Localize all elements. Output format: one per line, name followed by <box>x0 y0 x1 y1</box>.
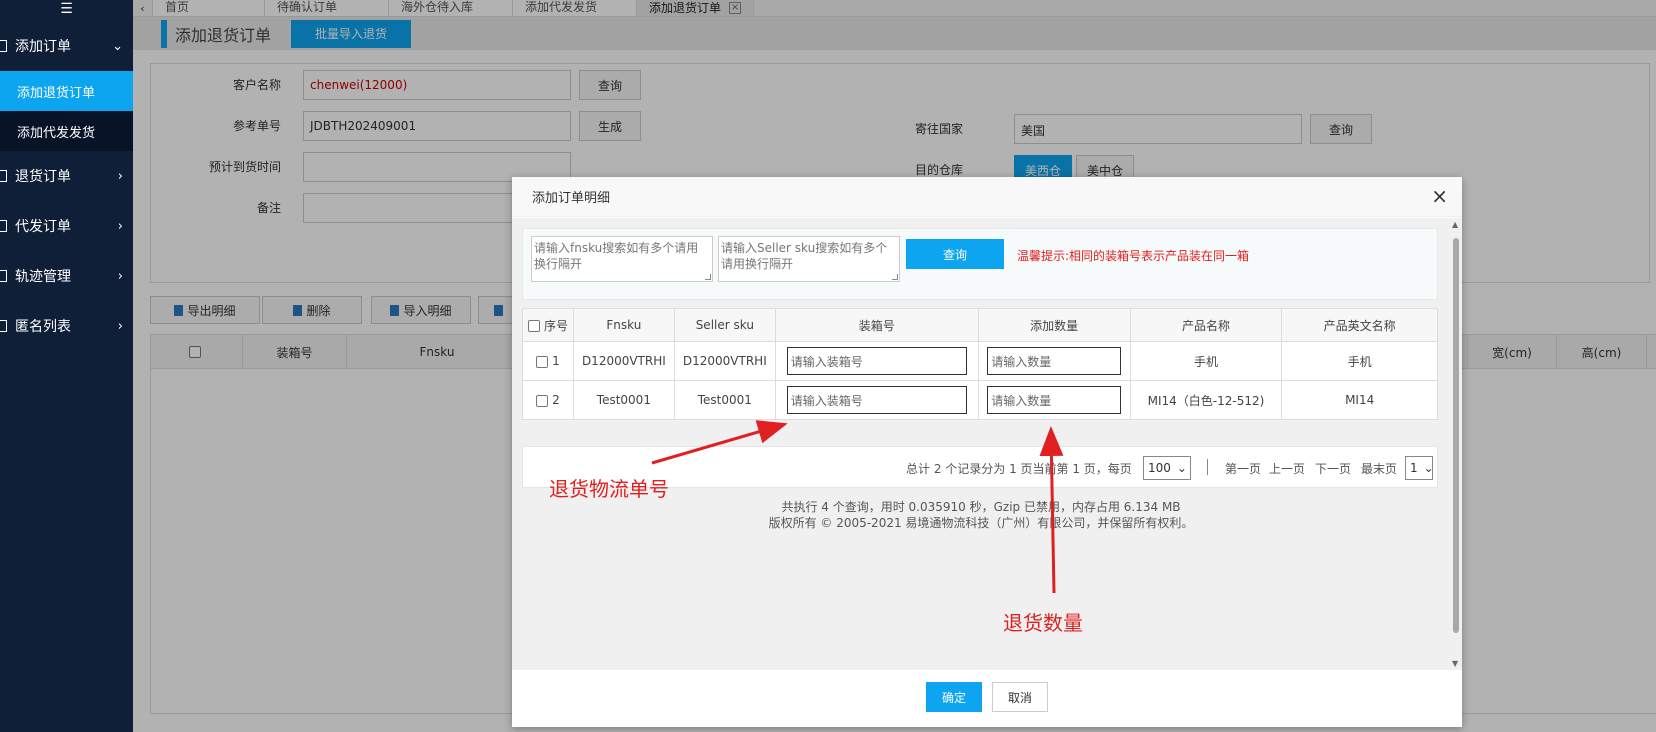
sidebar-sub-add-return[interactable]: 添加退货订单 <box>0 71 133 111</box>
sidebar-item-add-order[interactable]: 添加订单 ⌄ <box>0 21 133 71</box>
sidebar: ☰ 添加订单 ⌄ 添加退货订单 添加代发发货 退货订单 › 代发订单 › 轨迹管… <box>0 0 133 732</box>
chevron-down-icon: ⌄ <box>1176 461 1187 475</box>
row-no: 1 <box>522 341 574 381</box>
row-box-cell: 请输入装箱号 <box>774 341 979 381</box>
table-row: 1 D12000VTRHI D12000VTRHI 请输入装箱号 请输入数量 手… <box>522 341 1438 381</box>
scroll-down-icon[interactable]: ▼ <box>1452 659 1458 668</box>
sidebar-item-label: 轨迹管理 <box>15 269 71 285</box>
list-icon <box>0 270 7 282</box>
page-value: 1 <box>1410 461 1418 475</box>
row-fnsku: Test0001 <box>572 380 675 420</box>
col-box: 装箱号 <box>774 308 979 342</box>
confirm-button[interactable]: 确定 <box>926 682 982 712</box>
annotation-quantity: 退货数量 <box>1003 611 1083 635</box>
row-name: 手机 <box>1129 341 1283 381</box>
list-icon <box>0 170 7 182</box>
row-qty-cell: 请输入数量 <box>977 341 1131 381</box>
box-tip: 温馨提示:相同的装箱号表示产品装在同一箱 <box>1017 249 1250 263</box>
list-icon <box>0 320 7 332</box>
modal-header: 添加订单明细 × <box>512 177 1462 217</box>
chevron-down-icon: ⌄ <box>112 38 123 54</box>
row-index: 1 <box>552 354 560 368</box>
col-no: 序号 <box>522 308 574 342</box>
quantity-input[interactable]: 请输入数量 <box>987 386 1122 414</box>
row-name: MI14（白色-12-512) <box>1129 380 1283 420</box>
first-page-link[interactable]: 第一页 <box>1225 460 1261 477</box>
row-checkbox[interactable] <box>536 394 549 407</box>
close-icon[interactable]: × <box>1431 186 1448 206</box>
row-box-cell: 请输入装箱号 <box>774 380 979 420</box>
menu-icon[interactable]: ☰ <box>0 0 133 17</box>
chevron-right-icon: › <box>117 268 123 284</box>
sidebar-item-dropship-orders[interactable]: 代发订单 › <box>0 201 133 251</box>
copyright: 版权所有 © 2005-2021 易境通物流科技（广州）有限公司，并保留所有权利… <box>768 516 1194 530</box>
list-icon <box>0 40 7 52</box>
page-select[interactable]: 1 ⌄ <box>1405 456 1434 480</box>
last-page-link[interactable]: 最末页 <box>1361 460 1397 477</box>
sidebar-item-label: 添加订单 <box>15 39 71 55</box>
sidebar-sub-add-dropship[interactable]: 添加代发发货 <box>0 111 133 151</box>
row-no: 2 <box>522 380 574 420</box>
modal-title: 添加订单明细 <box>532 191 611 206</box>
col-qty: 添加数量 <box>977 308 1131 342</box>
table-row: 2 Test0001 Test0001 请输入装箱号 请输入数量 MI14（白色… <box>522 380 1438 420</box>
row-fnsku: D12000VTRHI <box>572 341 675 381</box>
cancel-button[interactable]: 取消 <box>992 682 1048 712</box>
sidebar-item-label: 代发订单 <box>15 219 71 235</box>
chevron-right-icon: › <box>117 218 123 234</box>
sidebar-item-label: 匿名列表 <box>15 319 71 335</box>
divider <box>1207 459 1208 475</box>
row-checkbox[interactable] <box>536 355 549 368</box>
box-number-input[interactable]: 请输入装箱号 <box>786 386 967 414</box>
sidebar-item-label: 退货订单 <box>15 169 71 185</box>
row-sellersku: D12000VTRHI <box>673 341 776 381</box>
table-header: 序号 Fnsku Seller sku 装箱号 添加数量 产品名称 产品英文名称 <box>522 308 1438 342</box>
chevron-down-icon: ⌄ <box>1423 461 1434 475</box>
col-sellersku: Seller sku <box>673 308 776 342</box>
sellersku-search-input[interactable]: 请输入Seller sku搜索如有多个请用换行隔开 <box>718 236 900 282</box>
pager-summary: 总计 2 个记录分为 1 页当前第 1 页，每页 <box>906 462 1132 476</box>
chevron-right-icon: › <box>117 168 123 184</box>
quantity-input[interactable]: 请输入数量 <box>987 347 1122 375</box>
modal-scrollbar[interactable]: ▲ ▼ <box>1450 218 1462 670</box>
fnsku-search-input[interactable]: 请输入fnsku搜索如有多个请用换行隔开 <box>531 236 713 282</box>
search-panel: 请输入fnsku搜索如有多个请用换行隔开 请输入Seller sku搜索如有多个… <box>522 228 1438 300</box>
detail-table: 序号 Fnsku Seller sku 装箱号 添加数量 产品名称 产品英文名称… <box>522 308 1438 420</box>
row-sellersku: Test0001 <box>673 380 776 420</box>
resize-handle-icon[interactable] <box>892 274 898 280</box>
select-all-checkbox[interactable] <box>527 320 540 332</box>
box-number-input[interactable]: 请输入装箱号 <box>786 347 967 375</box>
row-name-en: MI14 <box>1281 380 1438 420</box>
row-qty-cell: 请输入数量 <box>977 380 1131 420</box>
chevron-right-icon: › <box>117 318 123 334</box>
list-icon <box>0 220 7 232</box>
row-index: 2 <box>552 393 560 407</box>
modal-body: 请输入fnsku搜索如有多个请用换行隔开 请输入Seller sku搜索如有多个… <box>512 218 1450 670</box>
col-name: 产品名称 <box>1129 308 1283 342</box>
sellersku-placeholder: 请输入Seller sku搜索如有多个请用换行隔开 <box>721 241 888 271</box>
modal-footer: 确定 取消 <box>512 670 1462 727</box>
col-fnsku: Fnsku <box>572 308 675 342</box>
sidebar-item-tracking[interactable]: 轨迹管理 › <box>0 251 133 301</box>
sidebar-item-anonymous[interactable]: 匿名列表 › <box>0 301 133 351</box>
col-name-en: 产品英文名称 <box>1281 308 1438 342</box>
per-page-value: 100 <box>1148 461 1171 475</box>
row-name-en: 手机 <box>1281 341 1438 381</box>
add-detail-modal: 添加订单明细 × 请输入fnsku搜索如有多个请用换行隔开 请输入Seller … <box>512 177 1462 727</box>
modal-query-button[interactable]: 查询 <box>906 239 1004 269</box>
annotation-tracking: 退货物流单号 <box>549 477 669 501</box>
prev-page-link[interactable]: 上一页 <box>1269 460 1305 477</box>
resize-handle-icon[interactable] <box>705 274 711 280</box>
fnsku-placeholder: 请输入fnsku搜索如有多个请用换行隔开 <box>534 241 699 271</box>
scroll-up-icon[interactable]: ▲ <box>1452 220 1458 229</box>
sidebar-item-return-orders[interactable]: 退货订单 › <box>0 151 133 201</box>
next-page-link[interactable]: 下一页 <box>1315 460 1351 477</box>
scrollbar-thumb[interactable] <box>1453 238 1459 633</box>
per-page-select[interactable]: 100 ⌄ <box>1143 456 1191 480</box>
col-label: 序号 <box>543 318 568 333</box>
